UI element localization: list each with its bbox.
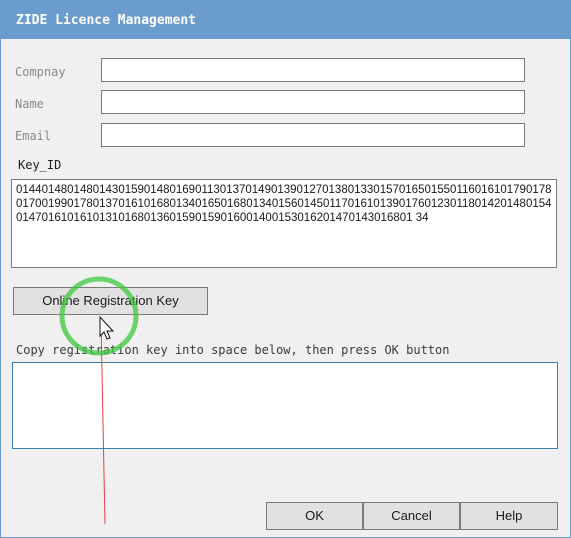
- window-title: ZIDE Licence Management: [16, 13, 197, 28]
- company-label: Compnay: [15, 65, 66, 79]
- dialog-content: Compnay Name Email Key_ID 01440148014801…: [1, 39, 570, 537]
- registration-key-input[interactable]: [12, 362, 558, 449]
- help-button[interactable]: Help: [460, 502, 558, 530]
- cancel-button[interactable]: Cancel: [363, 502, 460, 530]
- ok-button[interactable]: OK: [266, 502, 363, 530]
- online-registration-key-button[interactable]: Online Registration Key: [13, 287, 208, 315]
- email-label: Email: [15, 129, 52, 143]
- email-field[interactable]: [101, 123, 525, 147]
- name-field[interactable]: [101, 90, 525, 114]
- company-field[interactable]: [101, 58, 525, 82]
- name-label: Name: [15, 97, 44, 111]
- registration-instruction: Copy registration key into space below, …: [16, 343, 450, 357]
- licence-dialog: ZIDE Licence Management Compnay Name Ema…: [0, 0, 571, 538]
- key-id-label: Key_ID: [18, 158, 62, 172]
- title-bar[interactable]: ZIDE Licence Management: [1, 1, 570, 39]
- key-id-textbox[interactable]: 0144014801480143015901480169011301370149…: [11, 179, 557, 268]
